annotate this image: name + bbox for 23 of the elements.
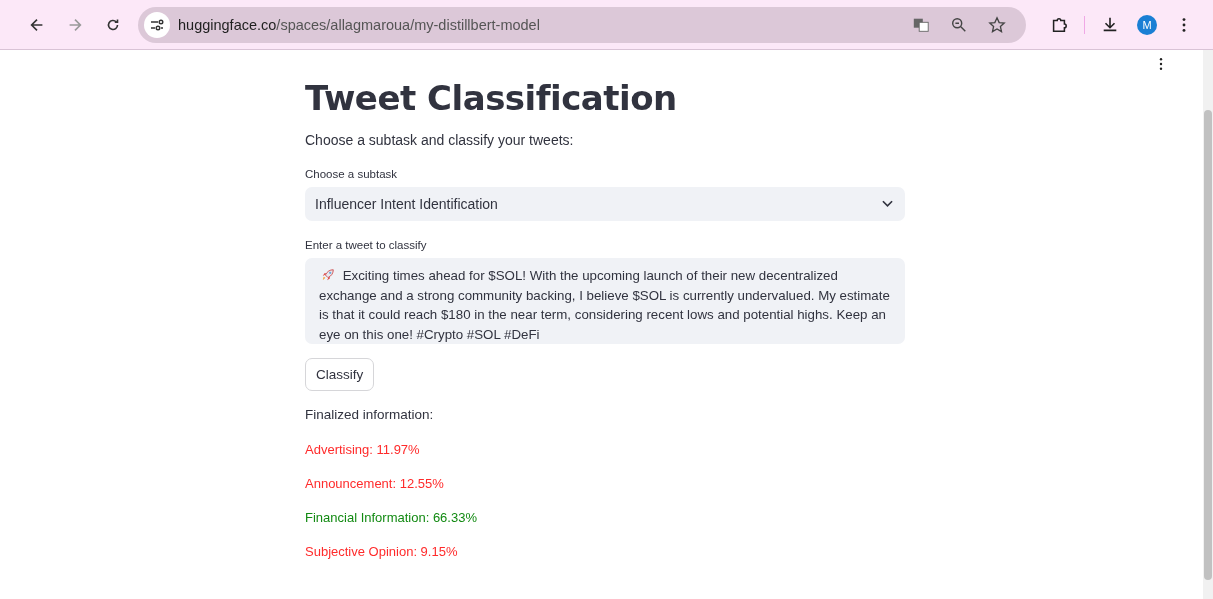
page-title: Tweet Classification: [305, 78, 678, 118]
address-bar[interactable]: huggingface.co/spaces/allagmaroua/my-distillbert-model: [138, 6, 1026, 43]
result-text: Subjective Opinion: 9.15%: [305, 544, 459, 559]
chevron-down-icon: [882, 200, 893, 208]
subtask-label: Choose a subtask: [305, 168, 399, 180]
result-text: Announcement: 12.55%: [305, 476, 445, 491]
zoom-out-icon[interactable]: [950, 15, 968, 34]
result-text: Financial Information: 66.33%: [305, 510, 478, 525]
download-icon[interactable]: [1101, 15, 1119, 34]
extensions-icon[interactable]: [1050, 15, 1068, 34]
rocket-icon: [321, 268, 335, 282]
subtask-select[interactable]: Influencer Intent Identification: [305, 187, 905, 221]
site-settings-icon[interactable]: [144, 11, 170, 38]
tweet-textarea[interactable]: Exciting times ahead for $SOL! With the upcoming launch of their new decentralized exchange and a strong community backing, I believe $SOL is currently undervalued. My estimate is that it could reach $180 in the near term, considering recent lows and potential highs. Keep an eye on this one! #Crypto #SOL #DeFi: [305, 258, 905, 344]
result-text: Advertising: 11.97%: [305, 442, 421, 457]
results-heading: Finalized information:: [305, 407, 435, 422]
classify-button[interactable]: Classify: [305, 358, 375, 391]
scrollbar[interactable]: [1203, 50, 1213, 599]
url-text[interactable]: huggingface.co/spaces/allagmaroua/my-distillbert-model: [178, 16, 540, 33]
intro-text: Choose a subtask and classify your tweets:: [305, 132, 575, 148]
tweet-label: Enter a tweet to classify: [305, 239, 428, 251]
star-icon[interactable]: [988, 15, 1006, 34]
profile-avatar[interactable]: M: [1137, 14, 1157, 35]
